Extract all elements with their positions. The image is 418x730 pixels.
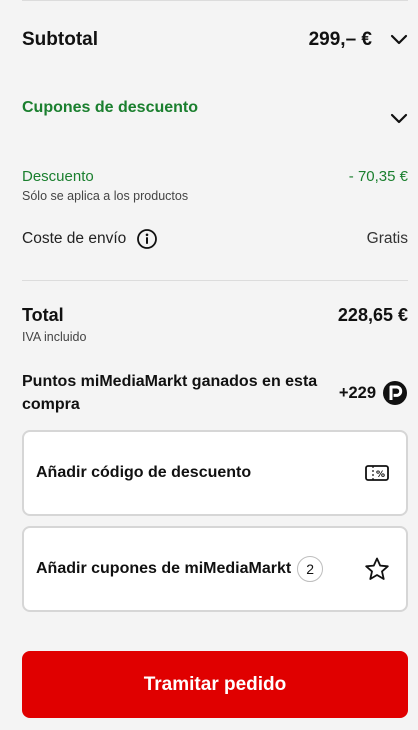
- coupons-label: Cupones de descuento: [22, 99, 199, 116]
- discount-value: - 70,35 €: [348, 167, 408, 185]
- discount-row: Descuento - 70,35 €: [22, 166, 408, 186]
- total-value: 228,65 €: [337, 304, 408, 325]
- checkout-button[interactable]: Tramitar pedido: [22, 651, 408, 718]
- top-divider: [22, 0, 408, 1]
- subtotal-value: 299,– €: [308, 29, 372, 50]
- coupons-row[interactable]: Cupones de descuento: [22, 92, 408, 124]
- add-mediamarkt-coupons-button[interactable]: Añadir cupones de miMediaMarkt 2: [22, 526, 408, 612]
- discount-label: Descuento: [22, 167, 94, 185]
- total-label: Total: [22, 304, 64, 325]
- total-row: Total 228,65 €: [22, 303, 408, 327]
- info-icon[interactable]: [136, 228, 158, 250]
- chevron-down-icon[interactable]: [390, 113, 408, 125]
- star-icon: [365, 557, 389, 580]
- points-value: +229: [338, 383, 376, 402]
- discount-tag-icon: %: [365, 465, 389, 481]
- coupons-count-badge: 2: [297, 556, 324, 582]
- shipping-label: Coste de envío: [22, 230, 127, 247]
- total-note: IVA incluido: [22, 330, 87, 344]
- points-row: Puntos miMediaMarkt ganados en esta comp…: [22, 370, 408, 416]
- shipping-value: Gratis: [366, 230, 408, 247]
- section-divider: [22, 280, 408, 281]
- svg-text:%: %: [376, 470, 385, 480]
- discount-note: Sólo se aplica a los productos: [22, 189, 189, 203]
- add-coupons-label: Añadir cupones de miMediaMarkt: [36, 560, 292, 577]
- add-discount-code-label: Añadir código de descuento: [36, 464, 252, 481]
- chevron-down-icon[interactable]: [390, 34, 408, 46]
- add-discount-code-button[interactable]: Añadir código de descuento %: [22, 430, 408, 516]
- mediamarkt-points-icon: [383, 381, 407, 405]
- subtotal-label: Subtotal: [22, 29, 98, 50]
- shipping-row: Coste de envío Gratis: [22, 226, 408, 252]
- points-label: Puntos miMediaMarkt ganados en esta comp…: [22, 373, 318, 413]
- subtotal-row[interactable]: Subtotal 299,– €: [22, 24, 408, 56]
